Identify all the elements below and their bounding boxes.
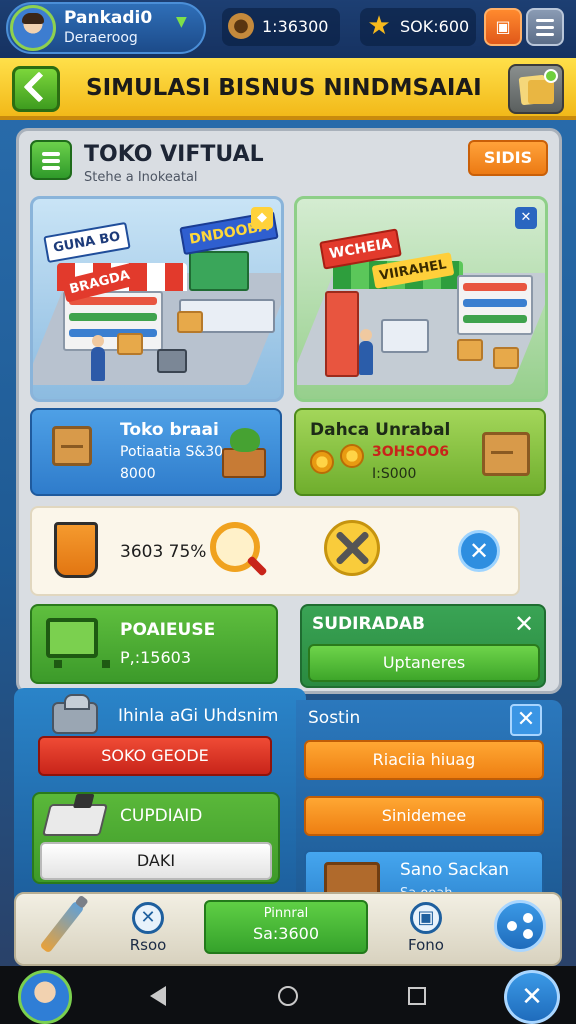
close-icon[interactable]: ✕ bbox=[458, 530, 500, 572]
toolbar-green-button[interactable]: Pinnral Sa:3600 bbox=[204, 900, 368, 954]
award-info-line: I:S000 bbox=[372, 466, 417, 482]
award-info-title: Dahca Unrabal bbox=[310, 420, 451, 440]
print-card-title: CUPDIAID bbox=[120, 806, 203, 826]
back-button[interactable] bbox=[12, 66, 60, 112]
chevron-down-icon[interactable]: ▼ bbox=[176, 14, 187, 30]
award-info-line: 3OHSOO6 bbox=[372, 444, 449, 460]
print-button[interactable]: DAKI bbox=[40, 842, 272, 880]
toolbar-green-line1: Pinnral bbox=[263, 906, 309, 921]
share-button[interactable] bbox=[494, 900, 546, 952]
search-icon[interactable] bbox=[210, 522, 260, 572]
nav-home-icon[interactable] bbox=[278, 986, 298, 1006]
close-icon[interactable]: ✕ bbox=[514, 610, 534, 638]
toolbar-item-2[interactable]: ▣ Fono bbox=[396, 900, 456, 960]
production-title: Ihinla aGi Uhdsnim bbox=[118, 706, 279, 726]
orange-action-button[interactable]: Riaciia hiuag bbox=[304, 740, 544, 780]
coins-counter[interactable]: ● 1:36300 bbox=[222, 8, 340, 46]
pocket-title: POAIEUSE bbox=[120, 620, 216, 640]
stars-value: SOK:600 bbox=[400, 17, 470, 36]
upgrade-button[interactable]: Uptaneres bbox=[308, 644, 540, 682]
lightning-icon[interactable]: ◆ bbox=[251, 207, 273, 229]
nav-recent-icon[interactable] bbox=[408, 987, 426, 1005]
tools-icon: ✕ bbox=[132, 902, 164, 934]
page-title: SIMULASI BISNUS NINDMSAIAI bbox=[86, 75, 482, 101]
upgrade-panel: SUDIRADAB ✕ Uptaneres bbox=[300, 604, 546, 688]
toolbar-item-1-label: Rsoo bbox=[129, 936, 167, 954]
store-scene-left[interactable]: GUNA BO DNDOOBA BRAGDA ◆ bbox=[30, 196, 284, 402]
close-icon[interactable]: ✕ bbox=[510, 704, 542, 736]
player-name: Pankadi0 bbox=[64, 8, 153, 28]
store-scene-right[interactable]: WCHEIA VIIRAHEL ✕ bbox=[294, 196, 548, 402]
printer-icon bbox=[42, 804, 108, 836]
status-button[interactable]: SIDIS bbox=[468, 140, 548, 176]
menu-icon[interactable] bbox=[526, 8, 564, 46]
machine-icon bbox=[52, 694, 98, 734]
stars-counter[interactable]: ★ SOK:600 bbox=[360, 8, 476, 46]
coin-icon: ● bbox=[228, 13, 254, 39]
scene-sign: GUNA BO bbox=[43, 221, 131, 264]
coins-value: 1:36300 bbox=[262, 17, 329, 36]
store-icon bbox=[30, 140, 72, 180]
upgrade-title: SUDIRADAB bbox=[312, 614, 425, 634]
store-info-card[interactable]: Toko braai Potiaatia S&30 8000 bbox=[30, 408, 282, 496]
award-info-card[interactable]: Dahca Unrabal 3OHSOO6 I:S000 bbox=[294, 408, 546, 496]
tools-icon[interactable]: ✕ bbox=[504, 970, 560, 1024]
toolbar-item-2-label: Fono bbox=[408, 936, 444, 954]
red-action-button[interactable]: SOKO GEODE bbox=[38, 736, 272, 776]
pocket-value: P,:15603 bbox=[120, 648, 192, 667]
player-subtitle: Deraeroog bbox=[64, 30, 138, 46]
pocket-panel[interactable]: POAIEUSE P,:15603 bbox=[30, 604, 278, 684]
store-subtitle: Stehe a Inokeatal bbox=[84, 170, 198, 185]
avatar[interactable] bbox=[18, 970, 72, 1024]
tools-icon[interactable] bbox=[324, 520, 380, 576]
screen-icon: ▣ bbox=[410, 902, 442, 934]
star-icon: ★ bbox=[367, 11, 391, 41]
toolbar-green-line2: Sa:3600 bbox=[252, 924, 320, 943]
print-card: CUPDIAID DAKI bbox=[32, 792, 280, 884]
sale-card-title: Sano Sackan bbox=[400, 860, 510, 880]
store-title: TOKO VIFTUAL bbox=[84, 142, 264, 167]
orange-action-button[interactable]: Sinidemee bbox=[304, 796, 544, 836]
toolbar-item-1[interactable]: ✕ Rsoo bbox=[118, 900, 178, 960]
stats-strip: 3603 75% ✕ bbox=[30, 506, 520, 596]
documents-button[interactable] bbox=[508, 64, 564, 114]
store-info-line: Potiaatia S&30 bbox=[120, 444, 224, 460]
settings-title: Sostin bbox=[308, 708, 361, 728]
shrink-icon[interactable]: ✕ bbox=[515, 207, 537, 229]
avatar[interactable] bbox=[10, 5, 56, 51]
cart-icon bbox=[46, 618, 110, 668]
shop-button[interactable]: ▣ bbox=[484, 8, 522, 46]
store-info-title: Toko braai bbox=[120, 420, 219, 440]
bin-icon bbox=[54, 522, 98, 578]
stats-value: 3603 75% bbox=[120, 542, 207, 562]
store-info-line: 8000 bbox=[120, 466, 156, 482]
back-icon bbox=[23, 71, 55, 103]
nav-back-icon[interactable] bbox=[150, 986, 166, 1006]
